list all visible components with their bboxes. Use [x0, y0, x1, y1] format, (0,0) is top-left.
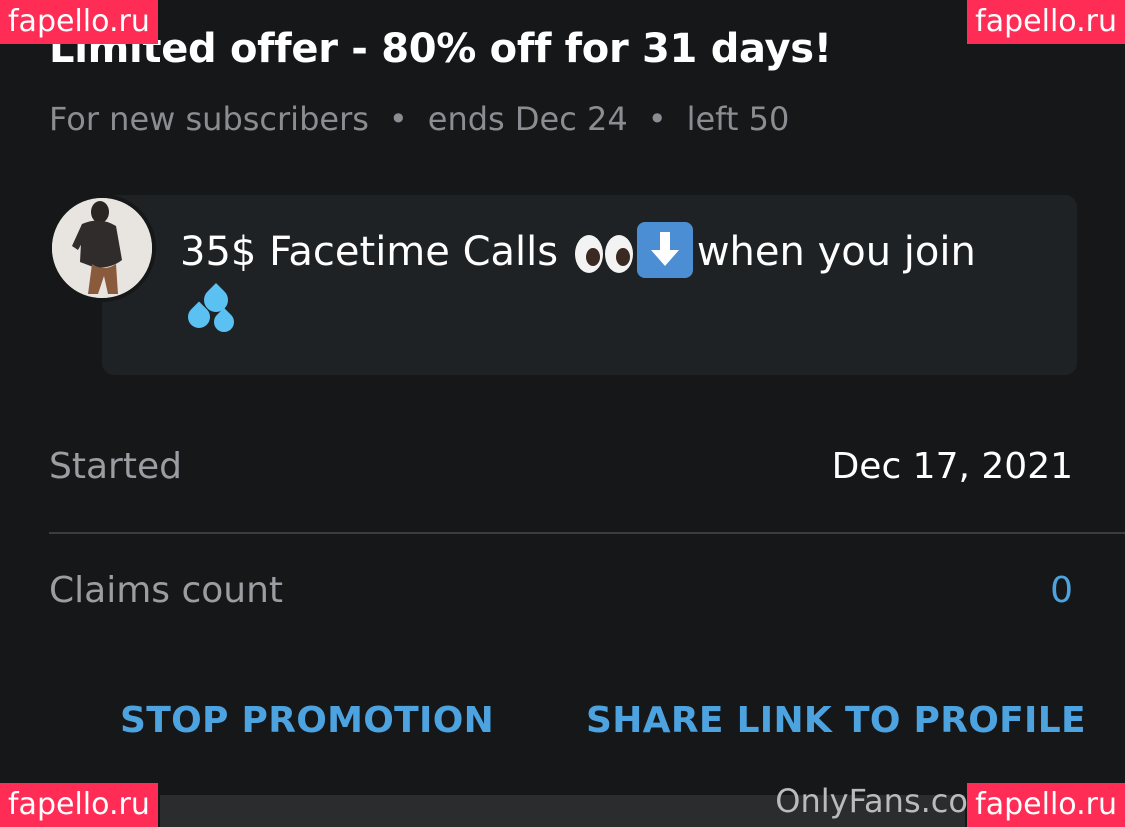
claims-count-label: Claims count — [49, 570, 284, 611]
down-arrow-emoji-icon — [636, 222, 693, 278]
started-value: Dec 17, 2021 — [831, 446, 1073, 487]
avatar[interactable] — [48, 194, 156, 302]
offer-remaining: left 50 — [686, 100, 790, 138]
meta-separator: • — [647, 100, 667, 138]
promo-message-part2: when you join — [696, 229, 976, 275]
avatar-image — [52, 198, 152, 298]
promo-message-text: 35$ Facetime Calls when you join — [180, 222, 1060, 340]
sweat-droplets-emoji-icon — [180, 283, 240, 340]
offer-meta: For new subscribers • ends Dec 24 • left 50 — [49, 100, 789, 138]
offer-audience: For new subscribers — [49, 100, 369, 138]
offer-title: Limited offer - 80% off for 31 days! — [49, 26, 832, 72]
offer-ends: ends Dec 24 — [427, 100, 628, 138]
promo-message-part1: 35$ Facetime Calls — [180, 229, 559, 275]
watermark-top-left: fapello.ru — [0, 0, 158, 44]
share-link-to-profile-button[interactable]: SHARE LINK TO PROFILE — [586, 700, 1086, 741]
stop-promotion-button[interactable]: STOP PROMOTION — [120, 700, 494, 741]
claims-count-value[interactable]: 0 — [1050, 570, 1073, 611]
watermark-top-right: fapello.ru — [967, 0, 1125, 44]
promotion-screen: Limited offer - 80% off for 31 days! For… — [0, 0, 1125, 827]
watermark-bottom-right: fapello.ru — [967, 783, 1125, 827]
watermark-bottom-left: fapello.ru — [0, 783, 158, 827]
row-divider — [49, 532, 1125, 534]
eyes-emoji-icon — [574, 235, 633, 273]
started-label: Started — [49, 446, 182, 487]
meta-separator: • — [388, 100, 408, 138]
